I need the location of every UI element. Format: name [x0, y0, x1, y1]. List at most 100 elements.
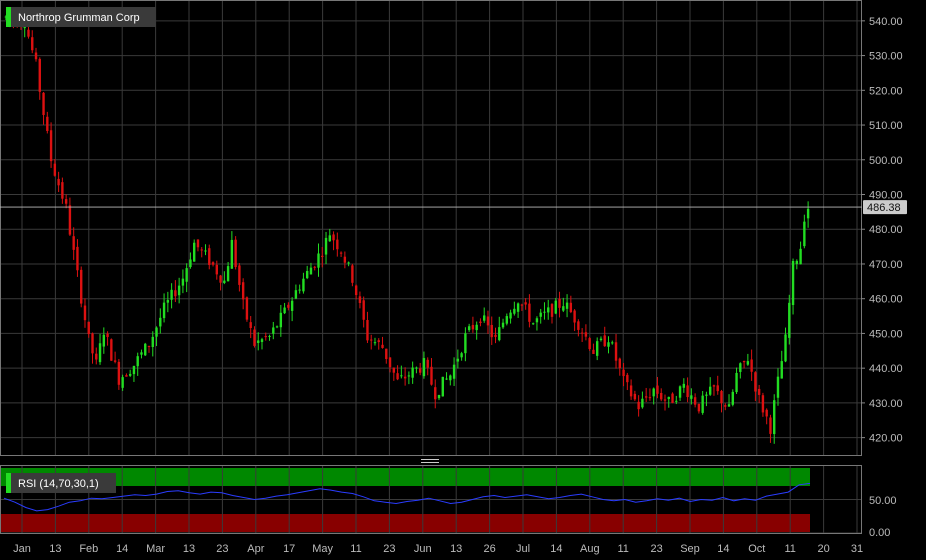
time-tick-label: 23	[650, 543, 662, 555]
candle-body	[140, 352, 143, 355]
candle-body	[554, 300, 557, 314]
time-tick-label: 23	[216, 543, 228, 555]
time-tick-label: 31	[851, 543, 863, 555]
candle-body	[731, 391, 734, 405]
candle-body	[46, 116, 49, 131]
time-tick-label: Sep	[680, 543, 700, 555]
candle-body	[264, 335, 267, 338]
candle-body	[754, 372, 757, 392]
candle-body	[177, 285, 181, 296]
candle-body	[234, 239, 237, 268]
candle-body	[739, 363, 742, 372]
candle-body	[211, 262, 215, 265]
time-tick-label: 14	[717, 543, 729, 555]
price-tick-label: 420.00	[869, 433, 903, 445]
candle-body	[61, 182, 64, 199]
candle-body	[370, 339, 373, 341]
candle-body	[573, 310, 576, 323]
candle-body	[411, 367, 414, 378]
candle-body	[690, 395, 693, 399]
candle-body	[418, 368, 422, 373]
candle-body	[452, 364, 456, 379]
candle-body	[128, 373, 132, 376]
candle-body	[648, 397, 652, 399]
candle-body	[565, 302, 569, 309]
candle-body	[516, 303, 520, 312]
candle-body	[272, 327, 275, 334]
candle-body	[279, 312, 283, 328]
candle-body	[596, 341, 599, 356]
candle-body	[328, 235, 331, 242]
candle-body	[343, 256, 347, 263]
candle-body	[622, 369, 625, 377]
candle-body	[305, 270, 309, 279]
time-tick-label: Apr	[247, 543, 264, 555]
candle-body	[155, 327, 158, 337]
candle-body	[34, 52, 38, 60]
candle-body	[324, 237, 328, 255]
time-tick-label: 13	[49, 543, 61, 555]
candle-body	[204, 250, 207, 252]
time-tick-label: Feb	[79, 543, 98, 555]
price-tick-label: 440.00	[869, 363, 903, 375]
candle-body	[550, 304, 554, 317]
candle-body	[347, 262, 350, 264]
price-tick-label: 530.00	[869, 51, 903, 63]
candle-body	[166, 300, 170, 303]
candle-body	[494, 334, 497, 337]
candle-body	[705, 394, 708, 396]
candle-body	[784, 334, 787, 362]
candle-body	[588, 338, 591, 350]
time-tick-label: Jul	[516, 543, 530, 555]
candle-body	[181, 278, 185, 286]
title-badge: Northrop Grumman Corp	[6, 7, 156, 27]
candle-body	[49, 130, 53, 162]
stock-chart: 540.00 530.00 520.00 510.00 500.00 490.00 480.…	[0, 0, 926, 560]
candle-body	[746, 361, 750, 365]
candle-body	[652, 388, 655, 397]
candle-body	[151, 336, 154, 347]
time-tick-label: Aug	[580, 543, 600, 555]
price-tick-label: 490.00	[869, 190, 903, 202]
candle-body	[441, 376, 444, 397]
candle-body	[80, 269, 83, 304]
time-tick-label: Jun	[414, 543, 432, 555]
candle-body	[520, 304, 524, 306]
candle-body	[283, 307, 286, 314]
candle-body	[72, 236, 75, 250]
candle-body	[110, 339, 113, 361]
time-tick-label: 20	[817, 543, 829, 555]
candle-body	[577, 321, 580, 330]
candle-body	[769, 417, 772, 434]
candle-body	[407, 375, 411, 377]
candle-body	[106, 333, 109, 337]
time-tick-label: Mar	[146, 543, 165, 555]
candle-body	[716, 385, 719, 392]
candle-body	[712, 385, 716, 387]
last-price-label: 486.38	[867, 202, 901, 214]
time-tick-label: 26	[483, 543, 495, 555]
candle-body	[633, 393, 637, 400]
time-tick-label: 14	[116, 543, 128, 555]
candle-body	[381, 344, 384, 348]
candle-body	[562, 306, 565, 311]
candle-body	[475, 324, 478, 331]
candle-body	[76, 246, 79, 271]
candle-body	[803, 221, 806, 247]
candle-body	[735, 372, 738, 393]
candle-body	[332, 234, 335, 241]
candle-body	[501, 322, 505, 328]
candle-body	[230, 239, 234, 269]
panel-splitter[interactable]	[0, 456, 862, 465]
candle-body	[644, 396, 648, 398]
candle-body	[547, 307, 550, 313]
candle-body	[287, 304, 290, 308]
candle-body	[656, 385, 659, 394]
rsi-label: RSI (14,70,30,1)	[18, 478, 99, 490]
candle-body	[637, 401, 640, 410]
candle-body	[241, 282, 245, 300]
candle-body	[806, 208, 810, 219]
candle-body	[682, 383, 686, 388]
price-tick-label: 540.00	[869, 16, 903, 28]
candle-body	[426, 359, 429, 368]
